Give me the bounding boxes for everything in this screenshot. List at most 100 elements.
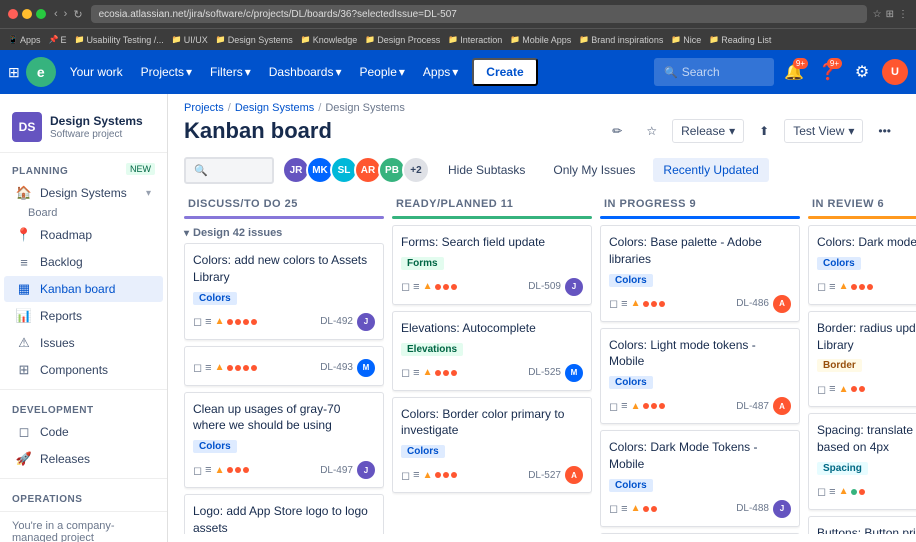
bookmark-design-process[interactable]: 📁Design Process (365, 35, 440, 45)
bookmark-usability[interactable]: 📁Usability Testing /... (74, 35, 163, 45)
card-dl483[interactable]: Spacing: translate into new scale based … (808, 413, 916, 510)
breadcrumb-design-systems-1[interactable]: Design Systems (235, 102, 314, 114)
projects-chevron-icon: ▾ (186, 65, 192, 79)
your-work-nav[interactable]: Your work (62, 61, 131, 83)
bookmark-interaction[interactable]: 📁Interaction (448, 35, 502, 45)
card-buttons-primary[interactable]: Buttons: Button primary ◻ ≡ A (808, 516, 916, 534)
forward-btn[interactable]: › (62, 8, 70, 20)
menu-icon[interactable]: ⋮ (898, 9, 908, 20)
card-dl497[interactable]: Clean up usages of gray-70 where we shou… (184, 392, 384, 489)
recently-updated-button[interactable]: Recently Updated (653, 158, 768, 182)
dot-1 (851, 284, 857, 290)
bookmark-nice[interactable]: 📁Nice (671, 35, 701, 45)
people-nav[interactable]: People ▾ (352, 61, 413, 83)
breadcrumb-projects[interactable]: Projects (184, 102, 224, 114)
refresh-btn[interactable]: ↻ (71, 8, 84, 21)
roadmap-label: Roadmap (40, 228, 92, 242)
card-meta: ◻ ≡ ▲ DL-488 J (609, 500, 791, 518)
filter-bar: 🔍 JR MK SL AR PB +2 Hide Subtasks Only M… (168, 152, 916, 192)
grid-menu-icon[interactable]: ⊞ (8, 64, 20, 81)
sidebar-item-releases[interactable]: 🚀 Releases (4, 446, 163, 472)
dashboards-nav[interactable]: Dashboards ▾ (261, 61, 350, 83)
nav-arrows: ‹ › ↻ (52, 8, 85, 21)
window-controls (8, 9, 46, 19)
story-icon: ◻ (817, 485, 826, 498)
notifications-button[interactable]: 🔔 9+ (780, 58, 808, 86)
card-dl482[interactable]: Colors: Dark mode tokens - Web Colors ◻ … (808, 225, 916, 305)
dot-1 (227, 365, 233, 371)
hide-subtasks-button[interactable]: Hide Subtasks (438, 158, 535, 182)
card-dl487[interactable]: Colors: Light mode tokens - Mobile Color… (600, 328, 800, 425)
address-bar[interactable]: ecosia.atlassian.net/jira/software/c/pro… (91, 5, 867, 23)
create-button[interactable]: Create (472, 58, 537, 86)
components-icon: ⊞ (16, 362, 32, 378)
pencil-button[interactable]: ✏ (603, 119, 631, 143)
sidebar-item-kanban[interactable]: ▦ Kanban board (4, 276, 163, 302)
dot-2 (235, 365, 241, 371)
footer-text: You're in a company-managed project (12, 520, 115, 542)
card-dl501[interactable]: Border: radius update in Web Library Bor… (808, 311, 916, 408)
sidebar-divider-2 (0, 478, 167, 479)
user-avatar[interactable]: U (882, 59, 908, 85)
priority-icon: ▲ (631, 298, 641, 309)
star-icon[interactable]: ☆ (873, 9, 882, 20)
card-meta: ◻ ≡ ▲ DL-482 J (817, 278, 916, 296)
extensions-icon[interactable]: ⊞ (886, 9, 894, 20)
filters-nav[interactable]: Filters ▾ (202, 61, 259, 83)
test-view-button[interactable]: Test View ▾ (784, 119, 863, 143)
more-actions-button[interactable]: ••• (869, 119, 900, 143)
card-dl492[interactable]: Colors: add new colors to Assets Library… (184, 243, 384, 340)
sidebar-item-roadmap[interactable]: 📍 Roadmap (4, 222, 163, 248)
dot-2 (651, 301, 657, 307)
card-dl488[interactable]: Colors: Dark Mode Tokens - Mobile Colors… (600, 430, 800, 527)
card-dl493[interactable]: ◻ ≡ ▲ DL- (184, 346, 384, 386)
maximize-window-btn[interactable] (36, 9, 46, 19)
card-dl486[interactable]: Colors: Base palette - Adobe libraries C… (600, 225, 800, 322)
only-my-issues-button[interactable]: Only My Issues (543, 158, 645, 182)
dot-2 (235, 319, 241, 325)
card-icons[interactable]: Icons: internal icons replacements in As… (600, 533, 800, 534)
sidebar-item-reports[interactable]: 📊 Reports (4, 303, 163, 329)
bookmark-reading[interactable]: 📁Reading List (709, 35, 771, 45)
dot-1 (643, 403, 649, 409)
bookmark-knowledge[interactable]: 📁Knowledge (301, 35, 358, 45)
sidebar-item-backlog[interactable]: ≡ Backlog (4, 249, 163, 275)
projects-nav[interactable]: Projects ▾ (133, 61, 200, 83)
card-dl510[interactable]: Logo: add App Store logo to logo assets … (184, 494, 384, 534)
help-button[interactable]: ❓ 9+ (814, 58, 842, 86)
back-btn[interactable]: ‹ (52, 8, 60, 20)
sidebar-item-components[interactable]: ⊞ Components (4, 357, 163, 383)
column-in-progress: IN PROGRESS 9 Colors: Base palette - Ado… (600, 192, 800, 534)
board-header: Kanban board ✏ ☆ Release ▾ ⬆ Test View ▾… (168, 114, 916, 152)
board-search-box[interactable]: 🔍 (184, 157, 274, 184)
apps-nav[interactable]: Apps ▾ (415, 61, 466, 83)
close-window-btn[interactable] (8, 9, 18, 19)
minimize-window-btn[interactable] (22, 9, 32, 19)
bookmark-brand[interactable]: 📁Brand inspirations (579, 35, 663, 45)
star-board-button[interactable]: ☆ (637, 119, 666, 143)
bookmark-e[interactable]: 📌E (48, 35, 66, 45)
dot-1 (435, 370, 441, 376)
bookmark-apps[interactable]: 📱Apps (8, 35, 40, 45)
card-dl509[interactable]: Forms: Search field update Forms ◻ ≡ ▲ (392, 225, 592, 305)
project-info: Design Systems Software project (50, 114, 155, 139)
card-dots (435, 472, 457, 478)
dot-3 (867, 284, 873, 290)
avatar-more[interactable]: +2 (402, 156, 430, 184)
top-search-box[interactable]: 🔍 Search (654, 58, 774, 86)
card-dl527[interactable]: Colors: Border color primary to investig… (392, 397, 592, 494)
release-button[interactable]: Release ▾ (672, 119, 744, 143)
sidebar-item-issues[interactable]: ⚠ Issues (4, 330, 163, 356)
discuss-cards: Colors: add new colors to Assets Library… (184, 243, 384, 534)
sidebar-item-design-systems[interactable]: 🏠 Design Systems ▾ (4, 180, 163, 206)
card-dl525[interactable]: Elevations: Autocomplete Elevations ◻ ≡ … (392, 311, 592, 391)
sidebar-item-code[interactable]: ◻ Code (4, 419, 163, 445)
share-button[interactable]: ⬆ (750, 119, 778, 143)
board-area: DISCUSS/TO DO 25 ▾ Design 42 issues Colo… (168, 192, 916, 542)
issues-label: Issues (40, 336, 75, 350)
settings-button[interactable]: ⚙ (848, 58, 876, 86)
bookmark-mobile-apps[interactable]: 📁Mobile Apps (510, 35, 571, 45)
bookmark-design-systems[interactable]: 📁Design Systems (216, 35, 293, 45)
bookmark-uiux[interactable]: 📁UI/UX (172, 35, 208, 45)
card-tag: Colors (193, 440, 237, 453)
